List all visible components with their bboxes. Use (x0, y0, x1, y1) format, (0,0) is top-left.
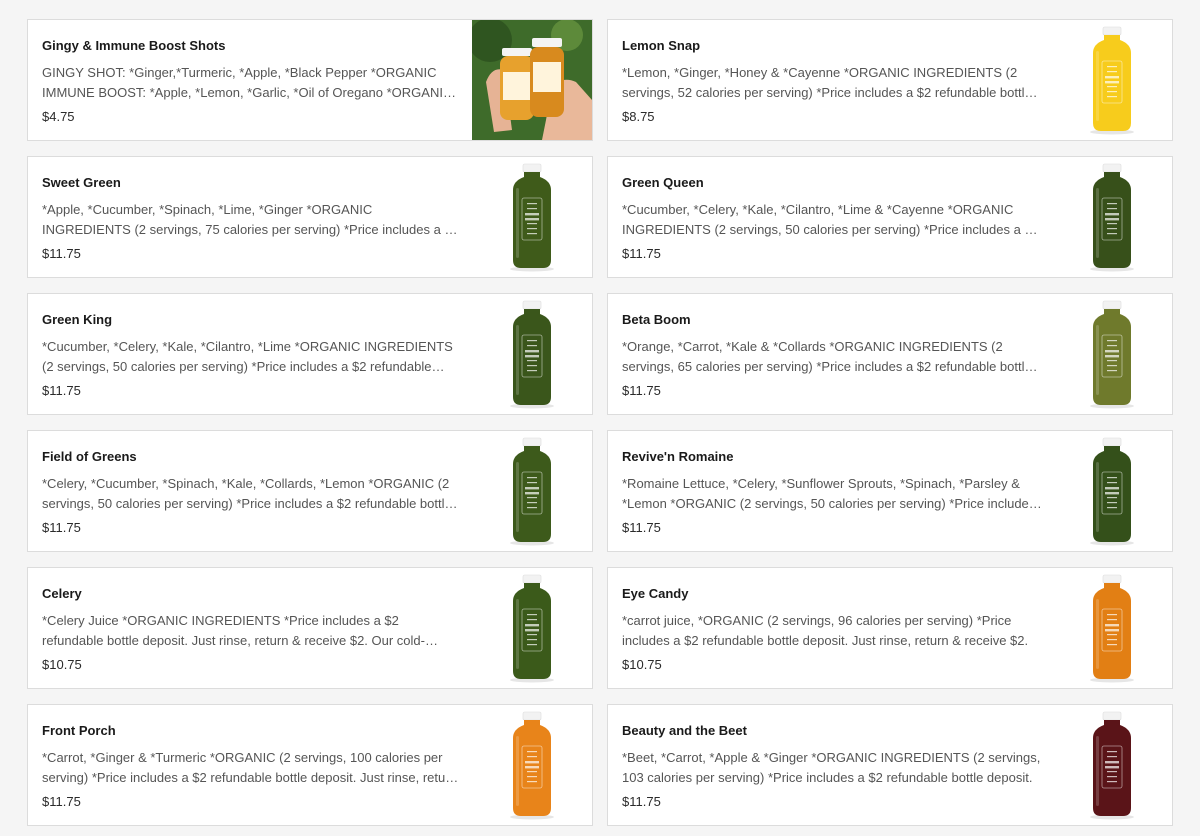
product-image[interactable] (1052, 20, 1172, 140)
product-description: *Celery Juice *ORGANIC INGREDIENTS *Pric… (42, 613, 425, 648)
product-card[interactable]: Lemon Snap *Lemon, *Ginger, *Honey & *Ca… (607, 19, 1173, 141)
product-card[interactable]: Green Queen *Cucumber, *Celery, *Kale, *… (607, 156, 1173, 278)
product-image[interactable] (472, 431, 592, 551)
product-image[interactable] (1052, 157, 1172, 277)
product-info: Green King *Cucumber, *Celery, *Kale, *C… (42, 294, 462, 414)
product-price: $8.75 (622, 109, 655, 124)
product-description: *Celery, *Cucumber, *Spinach, *Kale, *Co… (42, 476, 452, 511)
product-card[interactable]: Front Porch *Carrot, *Ginger & *Turmeric… (27, 704, 593, 826)
product-image[interactable] (1052, 431, 1172, 551)
product-image[interactable] (1052, 705, 1172, 825)
product-info: Beta Boom *Orange, *Carrot, *Kale & *Col… (622, 294, 1042, 414)
product-info: Lemon Snap *Lemon, *Ginger, *Honey & *Ca… (622, 20, 1042, 140)
product-title: Revive'n Romaine (622, 449, 734, 464)
product-title: Eye Candy (622, 586, 689, 601)
product-title: Gingy & Immune Boost Shots (42, 38, 226, 53)
bottle-icon (510, 574, 554, 683)
product-card[interactable]: Sweet Green *Apple, *Cucumber, *Spinach,… (27, 156, 593, 278)
bottle-icon (1090, 711, 1134, 820)
product-price: $10.75 (42, 657, 82, 672)
product-info: Green Queen *Cucumber, *Celery, *Kale, *… (622, 157, 1042, 277)
product-title: Beta Boom (622, 312, 691, 327)
product-image[interactable] (472, 568, 592, 688)
product-title: Green King (42, 312, 113, 327)
product-info: Gingy & Immune Boost Shots GINGY SHOT: *… (42, 20, 462, 140)
product-image[interactable] (1052, 294, 1172, 414)
product-description: *Lemon, *Ginger, *Honey & *Cayenne *ORGA… (622, 65, 1032, 100)
product-price: $11.75 (42, 246, 81, 261)
product-title: Lemon Snap (622, 38, 701, 53)
product-description: *Beet, *Carrot, *Apple & *Ginger *ORGANI… (622, 750, 1041, 785)
product-info: Revive'n Romaine *Romaine Lettuce, *Cele… (622, 431, 1042, 551)
bottle-icon (510, 711, 554, 820)
product-info: Sweet Green *Apple, *Cucumber, *Spinach,… (42, 157, 462, 277)
product-price: $11.75 (42, 520, 81, 535)
product-image[interactable] (472, 157, 592, 277)
product-image[interactable] (472, 294, 592, 414)
bottle-icon (1090, 574, 1134, 683)
product-card[interactable]: Beauty and the Beet *Beet, *Carrot, *App… (607, 704, 1173, 826)
product-info: Celery *Celery Juice *ORGANIC INGREDIENT… (42, 568, 462, 688)
product-description: *Apple, *Cucumber, *Spinach, *Lime, *Gin… (42, 202, 459, 237)
product-description: *Cucumber, *Celery, *Kale, *Cilantro, *L… (42, 339, 453, 374)
product-card[interactable]: Beta Boom *Orange, *Carrot, *Kale & *Col… (607, 293, 1173, 415)
product-image[interactable] (1052, 568, 1172, 688)
product-card[interactable]: Celery *Celery Juice *ORGANIC INGREDIENT… (27, 567, 593, 689)
product-card[interactable]: Gingy & Immune Boost Shots GINGY SHOT: *… (27, 19, 593, 141)
product-description: *Romaine Lettuce, *Celery, *Sunflower Sp… (622, 476, 1036, 511)
bottle-icon (510, 437, 554, 546)
product-image[interactable] (472, 705, 592, 825)
product-price: $10.75 (622, 657, 662, 672)
product-price: $11.75 (42, 383, 81, 398)
product-title: Beauty and the Beet (622, 723, 747, 738)
product-info: Front Porch *Carrot, *Ginger & *Turmeric… (42, 705, 462, 825)
product-price: $4.75 (42, 109, 75, 124)
product-price: $11.75 (622, 383, 661, 398)
product-title: Field of Greens (42, 449, 137, 464)
bottle-icon (1090, 26, 1134, 135)
bottle-icon (1090, 437, 1134, 546)
product-card[interactable]: Revive'n Romaine *Romaine Lettuce, *Cele… (607, 430, 1173, 552)
product-price: $11.75 (622, 520, 661, 535)
product-card[interactable]: Eye Candy *carrot juice, *ORGANIC (2 ser… (607, 567, 1173, 689)
product-title: Celery (42, 586, 82, 601)
product-grid: Gingy & Immune Boost Shots GINGY SHOT: *… (27, 19, 1173, 826)
product-title: Front Porch (42, 723, 116, 738)
product-price: $11.75 (42, 794, 81, 809)
product-info: Field of Greens *Celery, *Cucumber, *Spi… (42, 431, 462, 551)
product-card[interactable]: Field of Greens *Celery, *Cucumber, *Spi… (27, 430, 593, 552)
product-description: GINGY SHOT: *Ginger,*Turmeric, *Apple, *… (42, 65, 453, 100)
product-description: *Orange, *Carrot, *Kale & *Collards *ORG… (622, 339, 1032, 374)
product-info: Eye Candy *carrot juice, *ORGANIC (2 ser… (622, 568, 1042, 688)
product-card[interactable]: Green King *Cucumber, *Celery, *Kale, *C… (27, 293, 593, 415)
bottle-icon (510, 163, 554, 272)
shots-photo-icon (472, 20, 592, 140)
product-price: $11.75 (622, 794, 661, 809)
bottle-icon (1090, 163, 1134, 272)
product-title: Sweet Green (42, 175, 121, 190)
product-image[interactable] (472, 20, 592, 140)
bottle-icon (510, 300, 554, 409)
product-description: *Cucumber, *Celery, *Kale, *Cilantro, *L… (622, 202, 1039, 237)
product-price: $11.75 (622, 246, 661, 261)
product-description: *carrot juice, *ORGANIC (2 servings, 96 … (622, 613, 1029, 648)
bottle-icon (1090, 300, 1134, 409)
product-description: *Carrot, *Ginger & *Turmeric *ORGANIC (2… (42, 750, 457, 785)
product-title: Green Queen (622, 175, 704, 190)
product-info: Beauty and the Beet *Beet, *Carrot, *App… (622, 705, 1042, 825)
